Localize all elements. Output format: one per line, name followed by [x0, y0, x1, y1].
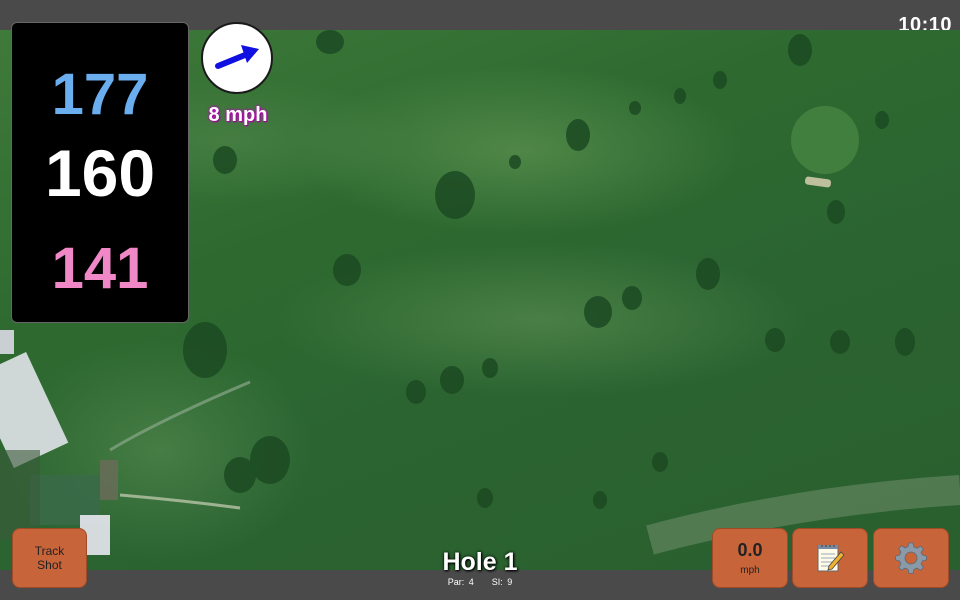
speed-button[interactable]: 0.0 mph — [712, 528, 788, 588]
track-shot-button[interactable]: Track Shot — [12, 528, 87, 588]
hole-title: Hole 1 — [442, 548, 518, 576]
track-shot-label-line2: Shot — [37, 558, 62, 572]
hole-meta: Par: 4 SI: 9 — [380, 577, 580, 587]
yardage-panel: 177 160 141 — [11, 22, 189, 323]
track-shot-label-line1: Track — [34, 544, 65, 558]
gear-icon — [895, 542, 927, 574]
si-value: 9 — [507, 577, 513, 587]
wind-speed: 8 mph — [208, 104, 268, 126]
par-value: 4 — [468, 577, 474, 587]
wind-direction-arrow-icon — [215, 45, 259, 69]
settings-button[interactable] — [873, 528, 949, 588]
si-label: SI: — [491, 577, 503, 587]
front-yardage: 141 — [51, 236, 149, 301]
par-label: Par: — [447, 577, 465, 587]
speed-unit: mph — [740, 565, 760, 576]
notepad-icon — [817, 545, 845, 572]
notes-button[interactable] — [792, 528, 868, 588]
wind-dial — [201, 22, 273, 94]
back-yardage: 177 — [51, 62, 149, 127]
middle-yardage: 160 — [44, 136, 156, 210]
speed-value: 0.0 — [737, 540, 763, 560]
